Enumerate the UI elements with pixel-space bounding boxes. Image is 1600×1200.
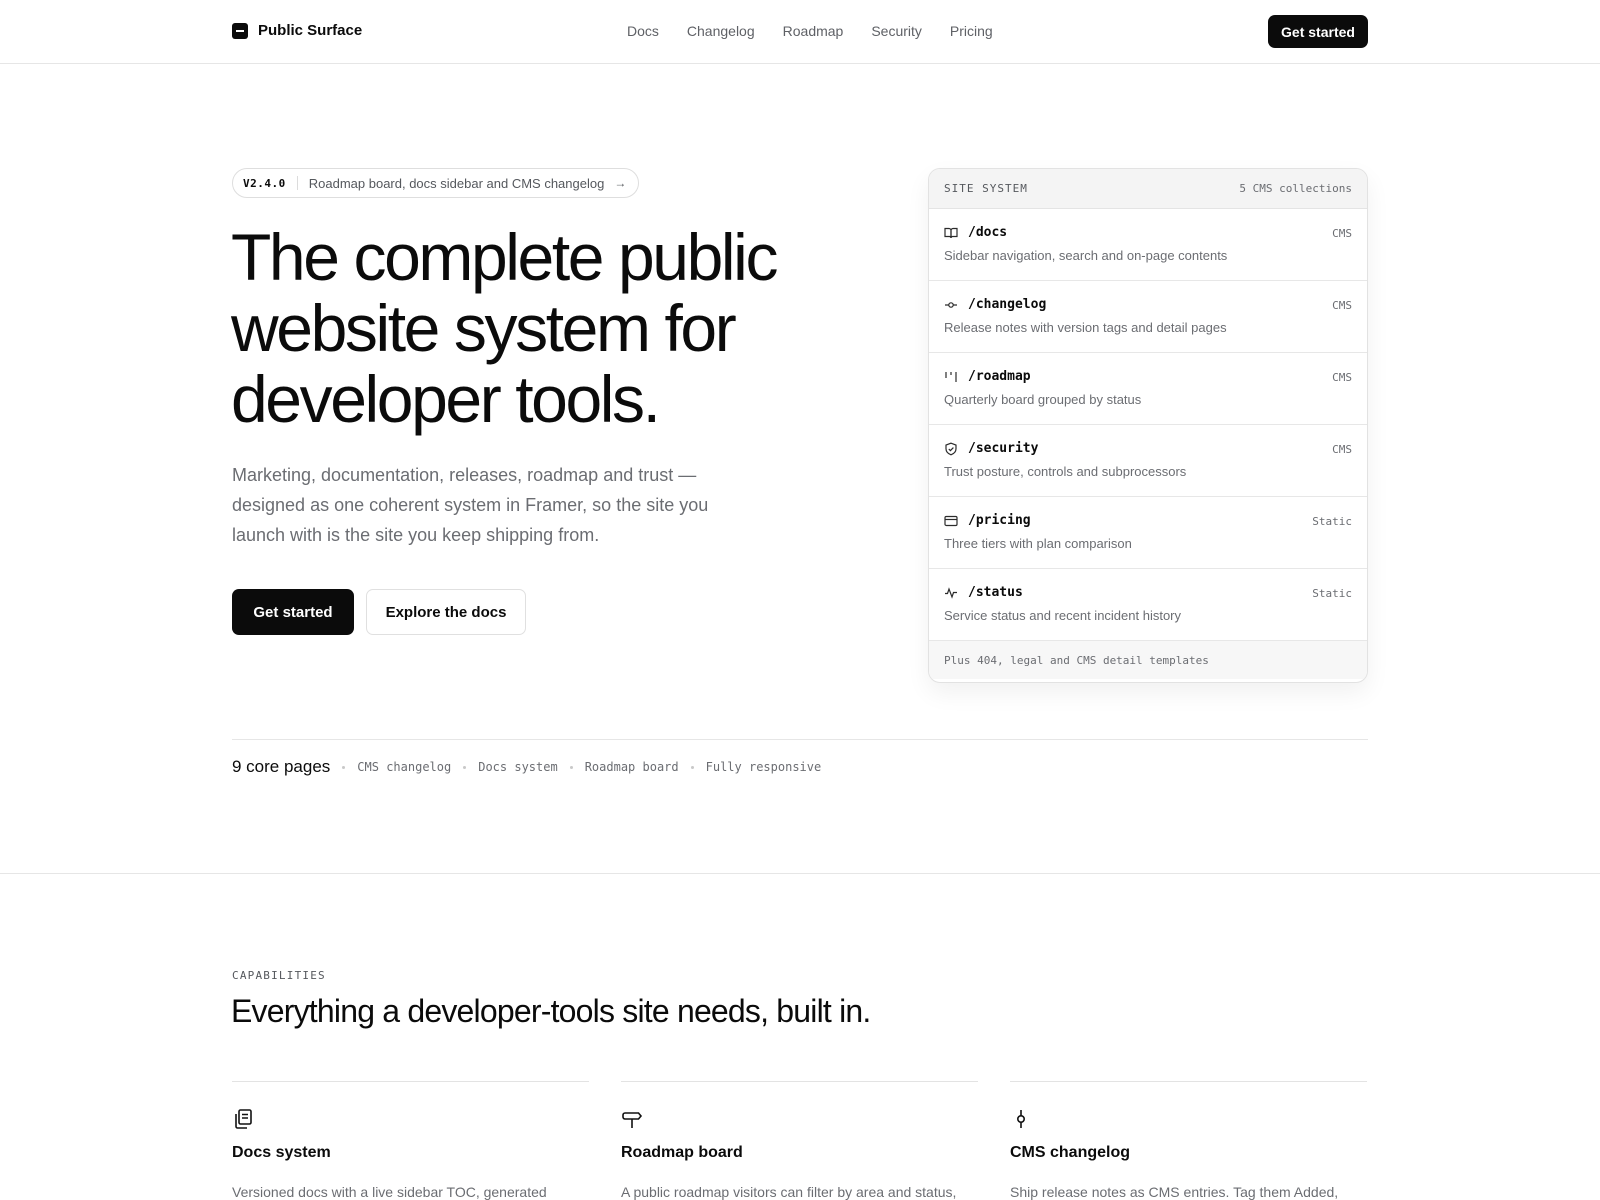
core-pages-count: 9 core pages (232, 757, 331, 776)
route-path: /changelog (968, 297, 1047, 312)
nav-docs-link[interactable]: Docs (627, 23, 659, 39)
route-type-tag: CMS (1332, 371, 1352, 384)
feature-description: Versioned docs with a live sidebar TOC, … (232, 1184, 547, 1200)
header-get-started-button[interactable]: Get started (1268, 15, 1368, 48)
feature-title: Roadmap board (621, 1144, 743, 1161)
signpost-icon (621, 1108, 643, 1130)
site-system-footer-note: Plus 404, legal and CMS detail templates (929, 641, 1367, 679)
feature-description: Ship release notes as CMS entries. Tag t… (1010, 1184, 1339, 1200)
feature-title: CMS changelog (1010, 1144, 1131, 1161)
route-type-tag: Static (1312, 515, 1352, 528)
section-divider (0, 873, 1600, 874)
route-path: /status (968, 585, 1023, 600)
explore-docs-button[interactable]: Explore the docs (366, 589, 526, 635)
route-path: /docs (968, 225, 1008, 240)
route-description: Quarterly board grouped by status (944, 392, 1142, 407)
site-row-roadmap[interactable]: /roadmap CMS Quarterly board grouped by … (929, 353, 1367, 425)
route-path: /roadmap (968, 369, 1031, 384)
site-system-title: SITE SYSTEM (944, 182, 1028, 195)
version-badge: V2.4.0 (243, 176, 286, 190)
separator-dot (463, 765, 467, 769)
site-row-security[interactable]: /security CMS Trust posture, controls an… (929, 425, 1367, 497)
site-system-header: SITE SYSTEM 5 CMS collections (929, 169, 1367, 209)
copy-pages-icon (232, 1108, 254, 1130)
nav-pricing-link[interactable]: Pricing (950, 23, 993, 39)
nav-roadmap-link[interactable]: Roadmap (783, 23, 844, 39)
feature-title: Docs system (232, 1144, 331, 1161)
book-icon (944, 226, 958, 240)
route-description: Trust posture, controls and subprocessor… (944, 464, 1187, 479)
stat-item: Fully responsive (705, 760, 822, 774)
columns-icon (944, 370, 958, 384)
feature-roadmap-board: Roadmap board A public roadmap visitors … (621, 1081, 978, 1200)
hero-subtitle: Marketing, documentation, releases, road… (232, 465, 709, 545)
route-description: Three tiers with plan comparison (944, 536, 1132, 551)
stat-item: Docs system (478, 760, 558, 774)
top-navigation-bar: Public Surface Docs Changelog Roadmap Se… (0, 0, 1600, 64)
hero-get-started-button[interactable]: Get started (232, 589, 354, 635)
feature-cms-changelog: CMS changelog Ship release notes as CMS … (1010, 1081, 1367, 1200)
capabilities-title: Everything a developer-tools site needs,… (231, 993, 871, 1029)
route-type-tag: CMS (1332, 443, 1352, 456)
capabilities-eyebrow: CAPABILITIES (232, 969, 326, 982)
site-row-status[interactable]: /status Static Service status and recent… (929, 569, 1367, 641)
stat-item: Roadmap board (584, 760, 679, 774)
route-type-tag: Static (1312, 587, 1352, 600)
site-row-pricing[interactable]: /pricing Static Three tiers with plan co… (929, 497, 1367, 569)
git-commit-icon (1010, 1108, 1032, 1130)
capabilities-grid: Docs system Versioned docs with a live s… (232, 1081, 1368, 1200)
brand-logo-link[interactable]: Public Surface (232, 22, 362, 39)
shield-icon (944, 442, 958, 456)
route-description: Sidebar navigation, search and on-page c… (944, 248, 1228, 263)
route-type-tag: CMS (1332, 227, 1352, 240)
route-description: Release notes with version tags and deta… (944, 320, 1227, 335)
feature-stats-strip: 9 core pages CMS changelog Docs system R… (232, 757, 821, 777)
nav-security-link[interactable]: Security (871, 23, 922, 39)
feature-docs-system: Docs system Versioned docs with a live s… (232, 1081, 589, 1200)
route-description: Service status and recent incident histo… (944, 608, 1182, 623)
nav-changelog-link[interactable]: Changelog (687, 23, 755, 39)
route-type-tag: CMS (1332, 299, 1352, 312)
brand-name: Public Surface (258, 22, 363, 39)
cms-collections-count: 5 CMS collections (1239, 182, 1352, 195)
site-row-docs[interactable]: /docs CMS Sidebar navigation, search and… (929, 209, 1367, 281)
separator-dot (569, 765, 573, 769)
card-icon (944, 514, 958, 528)
primary-nav: Docs Changelog Roadmap Security Pricing (627, 23, 993, 39)
stat-item: CMS changelog (357, 760, 452, 774)
site-system-card: SITE SYSTEM 5 CMS collections /docs CMS … (928, 168, 1368, 683)
brand-mark-icon (232, 22, 248, 39)
arrow-right-icon: → (614, 176, 627, 190)
site-row-changelog[interactable]: /changelog CMS Release notes with versio… (929, 281, 1367, 353)
pill-divider (296, 176, 298, 190)
commit-icon (944, 298, 958, 312)
route-path: /pricing (968, 513, 1031, 528)
separator-dot (690, 765, 694, 769)
pulse-icon (944, 586, 958, 600)
hero-divider (232, 739, 1368, 740)
release-summary: Roadmap board, docs sidebar and CMS chan… (308, 175, 605, 191)
route-path: /security (968, 441, 1039, 456)
feature-description: A public roadmap visitors can filter by … (621, 1184, 957, 1200)
release-announcement-pill[interactable]: V2.4.0 Roadmap board, docs sidebar and C… (232, 168, 640, 198)
hero-title: The complete public website system for d… (231, 220, 778, 436)
separator-dot (342, 765, 346, 769)
